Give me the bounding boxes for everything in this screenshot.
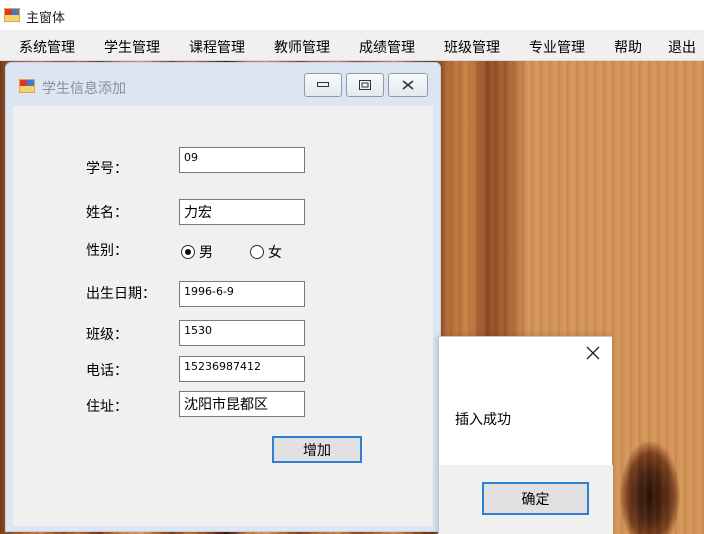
menu-item-exit[interactable]: 退出 <box>668 37 696 57</box>
message-text: 插入成功 <box>455 412 511 428</box>
menubar: 系统管理 学生管理 课程管理 教师管理 成绩管理 班级管理 专业管理 帮助 退出 <box>0 30 704 61</box>
menu-item-system[interactable]: 系统管理 <box>19 37 75 57</box>
gender-male-label: 男 <box>199 245 213 261</box>
student-id-label: 学号： <box>86 161 128 177</box>
menu-item-score[interactable]: 成绩管理 <box>359 37 415 57</box>
form-area: 学号： 09 姓名： 力宏 性别： 男 女 出生日期： 1996-6-9 班级：… <box>13 106 433 526</box>
gender-female-radio[interactable]: 女 <box>250 242 282 262</box>
close-icon[interactable] <box>585 345 601 361</box>
child-app-icon <box>19 79 35 93</box>
gender-label: 性别： <box>86 243 128 259</box>
student-id-input[interactable]: 09 <box>179 147 305 173</box>
menu-item-student[interactable]: 学生管理 <box>104 37 160 57</box>
phone-label: 电话： <box>86 363 128 379</box>
close-icon <box>389 74 427 96</box>
wood-knot <box>620 441 680 534</box>
birth-date-label: 出生日期： <box>86 286 156 302</box>
restore-icon <box>347 74 383 96</box>
menu-item-class[interactable]: 班级管理 <box>444 37 500 57</box>
gender-male-radio[interactable]: 男 <box>181 242 213 262</box>
address-input[interactable]: 沈阳市昆都区 <box>179 391 305 417</box>
name-label: 姓名： <box>86 205 128 221</box>
restore-button[interactable] <box>346 73 384 97</box>
student-add-window: 学生信息添加 学号： 09 姓名： 力宏 性别： 男 女 出生日期： 1996-… <box>5 62 441 532</box>
address-label: 住址： <box>86 399 128 415</box>
menu-item-major[interactable]: 专业管理 <box>529 37 585 57</box>
name-input[interactable]: 力宏 <box>179 199 305 225</box>
message-box: 插入成功 确定 <box>438 336 613 534</box>
child-window-title: 学生信息添加 <box>42 81 126 97</box>
menu-item-teacher[interactable]: 教师管理 <box>274 37 330 57</box>
minimize-icon <box>305 74 341 96</box>
radio-checked-icon <box>181 245 195 259</box>
app-icon <box>4 8 20 22</box>
menu-item-course[interactable]: 课程管理 <box>189 37 245 57</box>
birth-date-input[interactable]: 1996-6-9 <box>179 281 305 307</box>
gender-female-label: 女 <box>268 245 282 261</box>
ok-button[interactable]: 确定 <box>482 482 589 515</box>
main-titlebar: 主窗体 <box>0 0 704 30</box>
minimize-button[interactable] <box>304 73 342 97</box>
main-window-title: 主窗体 <box>26 11 66 26</box>
child-titlebar[interactable]: 学生信息添加 <box>6 63 440 105</box>
phone-input[interactable]: 15236987412 <box>179 356 305 382</box>
radio-unchecked-icon <box>250 245 264 259</box>
class-input[interactable]: 1530 <box>179 320 305 346</box>
close-button[interactable] <box>388 73 428 97</box>
add-button[interactable]: 增加 <box>272 436 362 463</box>
menu-item-help[interactable]: 帮助 <box>614 37 642 57</box>
message-footer: 确定 <box>439 465 613 534</box>
class-label: 班级： <box>86 327 128 343</box>
